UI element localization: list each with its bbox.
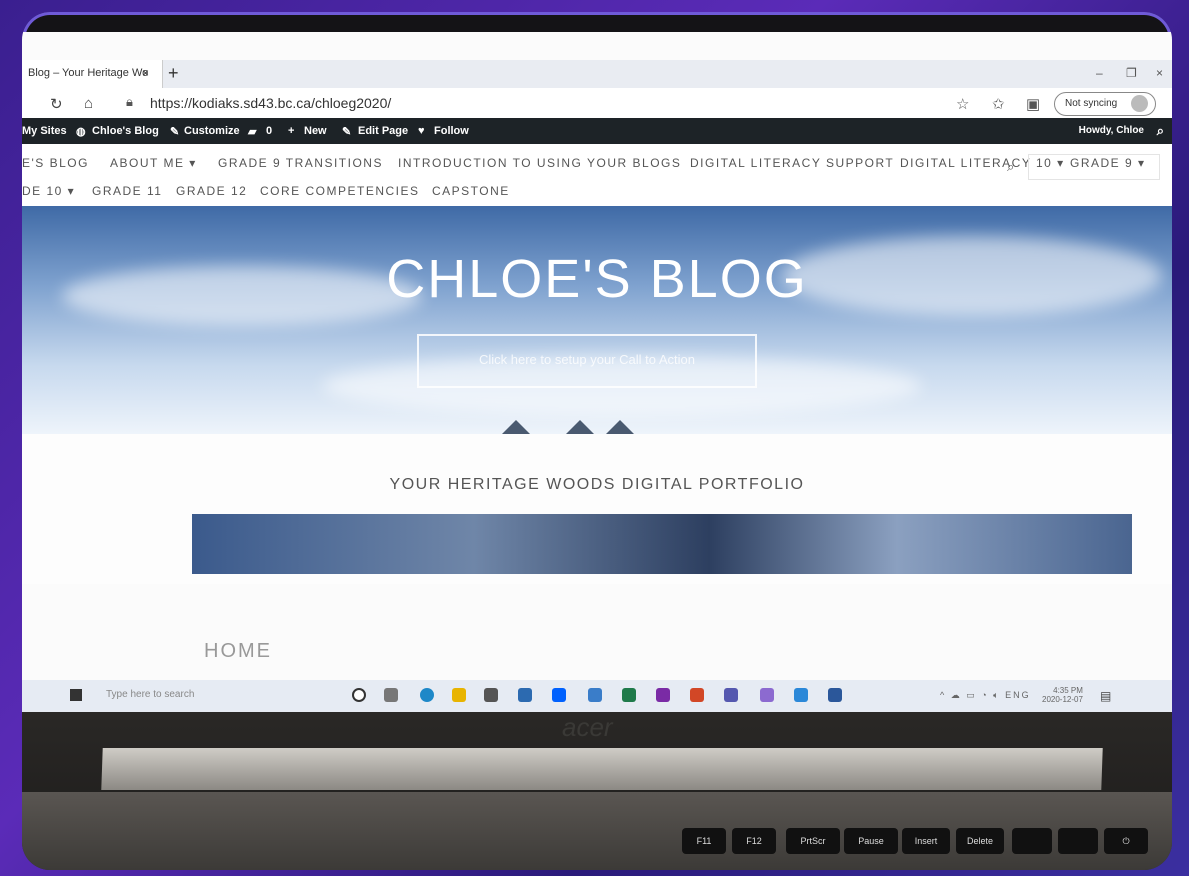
mountain-peak (502, 420, 530, 434)
dropbox-icon[interactable] (552, 688, 566, 702)
nav-item-capstone[interactable]: CAPSTONE (432, 184, 510, 198)
page-title: HOME (204, 640, 272, 662)
laptop-body: acer F11 F12 PrtScr Pause Insert Delete … (22, 712, 1172, 870)
nav-item-dl-support[interactable]: DIGITAL LITERACY SUPPORT (690, 156, 894, 170)
clock-date: 2020-12-07 (1042, 695, 1083, 704)
heart-icon: ♥ (418, 125, 425, 137)
favorite-star-icon[interactable]: ☆ (956, 95, 969, 113)
browser-tab-bar: Blog – Your Heritage Wo × + – ❐ × (22, 60, 1172, 88)
nav-item-grade11[interactable]: GRADE 11 (92, 184, 162, 198)
keyboard-key: Insert (902, 828, 950, 854)
follow-link[interactable]: Follow (434, 125, 469, 137)
excel-icon[interactable] (622, 688, 636, 702)
language-indicator[interactable]: ENG (1005, 690, 1031, 700)
laptop-hinge (101, 748, 1103, 790)
notification-icon[interactable]: ▤ (1100, 689, 1111, 703)
file-explorer-icon[interactable] (452, 688, 466, 702)
mail-icon[interactable] (518, 688, 532, 702)
address-bar: ↻ ⌂ 🔒︎ https://kodiaks.sd43.bc.ca/chloeg… (22, 88, 1172, 119)
keyboard-key: Delete (956, 828, 1004, 854)
comments-count[interactable]: 0 (266, 125, 272, 137)
nav-item-intro-blogs[interactable]: INTRODUCTION TO USING YOUR BLOGS (398, 156, 681, 170)
profile-avatar (1131, 95, 1148, 112)
site-name-link[interactable]: Chloe's Blog (92, 125, 159, 137)
cortana-icon[interactable] (352, 688, 366, 702)
system-tray[interactable]: ^ ☁ ▭ ◔ 🔈︎ ENG (940, 690, 1031, 701)
mountain-peak (566, 420, 594, 434)
windows-start-icon[interactable] (70, 689, 82, 701)
powerpoint-icon[interactable] (690, 688, 704, 702)
power-key: ⏻ (1104, 828, 1148, 854)
close-window-button[interactable]: × (1156, 66, 1163, 80)
photo-frame: Blog – Your Heritage Wo × + – ❐ × ↻ ⌂ 🔒︎… (22, 12, 1172, 870)
tagline-section: YOUR HERITAGE WOODS DIGITAL PORTFOLIO (22, 434, 1172, 584)
wp-admin-bar: My Sites ◍ Chloe's Blog ✎ Customize ▰ 0 … (22, 118, 1172, 144)
tab-title: Blog – Your Heritage Wo (28, 67, 149, 79)
task-view-icon[interactable] (384, 688, 398, 702)
dashboard-icon: ◍ (76, 126, 86, 138)
keyboard-key (1012, 828, 1052, 854)
favorites-list-icon[interactable]: ✩ (992, 95, 1005, 113)
edge-icon[interactable] (420, 688, 434, 702)
app-icon[interactable] (794, 688, 808, 702)
site-navigation: E'S BLOG ABOUT ME ▾ GRADE 9 TRANSITIONS … (22, 144, 1172, 206)
restore-button[interactable]: ❐ (1126, 66, 1137, 80)
nav-item-core-competencies[interactable]: CORE COMPETENCIES (260, 184, 420, 198)
my-sites-link[interactable]: My Sites (22, 125, 67, 137)
nav-item-grade10[interactable]: DE 10 ▾ (22, 184, 75, 198)
onenote-icon[interactable] (656, 688, 670, 702)
search-icon[interactable]: ⌕ (1007, 159, 1014, 175)
nav-item-blog[interactable]: E'S BLOG (22, 156, 89, 170)
hero-banner: CHLOE'S BLOG Click here to setup your Ca… (22, 206, 1172, 434)
mountain-image (192, 514, 1132, 574)
clock-time: 4:35 PM (1053, 686, 1083, 695)
lock-icon: 🔒︎ (126, 94, 133, 109)
home-icon[interactable]: ⌂ (84, 95, 93, 112)
customize-link[interactable]: Customize (184, 125, 240, 137)
store-icon[interactable] (484, 688, 498, 702)
taskbar-search-input[interactable]: Type here to search (106, 689, 194, 700)
laptop-brand-logo: acer (562, 712, 613, 742)
site-tagline: YOUR HERITAGE WOODS DIGITAL PORTFOLIO (389, 476, 805, 493)
admin-search-icon[interactable]: ⌕ (1157, 123, 1164, 139)
refresh-icon[interactable]: ↻ (50, 95, 63, 113)
word-icon[interactable] (828, 688, 842, 702)
howdy-user[interactable]: Howdy, Chloe (1079, 125, 1144, 136)
new-link[interactable]: New (304, 125, 327, 137)
keyboard-key: Pause (844, 828, 898, 854)
url-field[interactable]: https://kodiaks.sd43.bc.ca/chloeg2020/ (150, 95, 391, 111)
new-tab-button[interactable]: + (168, 63, 179, 84)
mountain-peak (606, 420, 634, 434)
keyboard-key (1058, 828, 1098, 854)
pencil-icon: ✎ (342, 126, 352, 138)
laptop-screen: Blog – Your Heritage Wo × + – ❐ × ↻ ⌂ 🔒︎… (22, 32, 1172, 712)
sync-label: Not syncing (1065, 98, 1118, 109)
collections-icon[interactable]: ▣ (1026, 95, 1040, 113)
keyboard-deck: F11 F12 PrtScr Pause Insert Delete ⏻ (22, 792, 1172, 870)
plus-icon: + (288, 125, 295, 137)
cta-label: Click here to setup your Call to Action (478, 352, 696, 367)
keyboard-key: F11 (682, 828, 726, 854)
app-icon[interactable] (760, 688, 774, 702)
nav-item-about[interactable]: ABOUT ME ▾ (110, 156, 197, 170)
tab-close-icon[interactable]: × (142, 66, 149, 80)
nav-item-grade9-transitions[interactable]: GRADE 9 TRANSITIONS (218, 156, 383, 170)
call-to-action-button[interactable]: Click here to setup your Call to Action (417, 334, 757, 388)
customize-icon: ✎ (170, 126, 180, 138)
keyboard-key: F12 (732, 828, 776, 854)
edit-page-link[interactable]: Edit Page (358, 125, 408, 137)
sync-button[interactable]: Not syncing (1054, 92, 1156, 116)
taskbar-clock[interactable]: 4:35 PM 2020-12-07 (1042, 686, 1083, 704)
onedrive-icon[interactable] (588, 688, 602, 702)
site-search-input[interactable]: ⌕ (1007, 154, 1160, 180)
minimize-button[interactable]: – (1096, 66, 1103, 80)
keyboard-key: PrtScr (786, 828, 840, 854)
browser-tab[interactable]: Blog – Your Heritage Wo × (22, 60, 163, 88)
site-title: CHLOE'S BLOG (386, 249, 808, 309)
teams-icon[interactable] (724, 688, 738, 702)
windows-taskbar: Type here to search ^ ☁ ▭ ◔ 🔈︎ ENG 4:35 … (22, 680, 1172, 712)
comment-icon: ▰ (248, 126, 257, 138)
nav-item-grade12[interactable]: GRADE 12 (176, 184, 247, 198)
